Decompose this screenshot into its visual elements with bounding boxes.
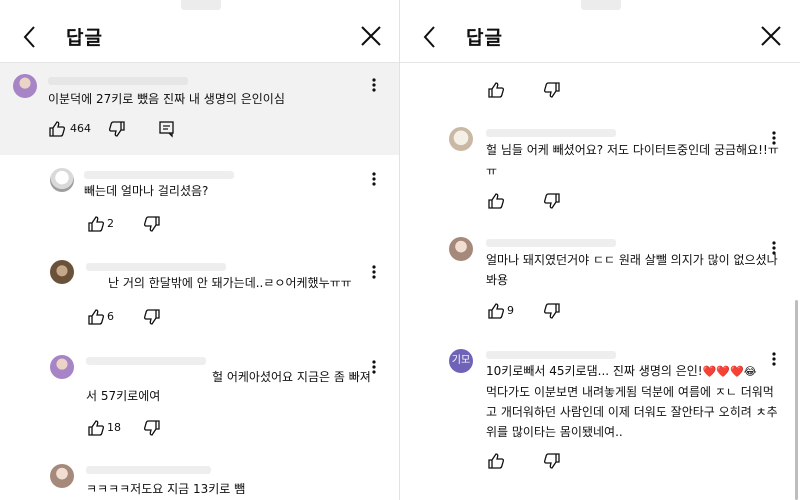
list-item: ㅋㅋㅋㅋ저도요 지금 13키로 뺌 <box>0 458 400 500</box>
username <box>86 263 226 271</box>
reply-icon[interactable] <box>158 120 176 138</box>
comment-text: ㅋㅋㅋㅋ저도요 지금 13키로 뺌 <box>86 482 246 496</box>
more-options-icon[interactable] <box>370 359 378 375</box>
comment-actions: 2 <box>87 215 207 235</box>
username <box>486 239 616 247</box>
comment-text: 난 거의 한달밖에 안 돼가는데..ㄹㅇ어케했누ㅠㅠ <box>108 276 352 290</box>
thumbs-down-icon[interactable] <box>543 302 561 320</box>
avatar[interactable] <box>449 237 473 261</box>
list-item: 기모 10키로빼서 45키로댐... 진짜 생명의 은인!❤️❤️❤️😂 먹다가… <box>400 345 800 500</box>
comment-text-line4: 위를 많이타는 몸이됐네여.. <box>486 425 623 439</box>
username <box>86 357 206 365</box>
left-replies-panel: 답글 이분덕에 27키로 뺐음 진짜 내 생명의 은인이심 464 빼는데 얼마… <box>0 0 400 500</box>
more-options-icon[interactable] <box>370 77 378 93</box>
avatar[interactable] <box>449 127 473 151</box>
back-arrow-icon[interactable] <box>420 24 440 50</box>
username <box>84 171 234 179</box>
comment-text-line2: 서 57키로에여 <box>86 389 161 403</box>
like-count: 9 <box>507 304 514 317</box>
comment-actions <box>487 81 607 101</box>
thumbs-down-icon[interactable] <box>543 452 561 470</box>
list-item: 얼마나 돼지였던거야 ㄷㄷ 원래 살뺄 의지가 많이 없으셨나 봐용 9 <box>400 233 800 328</box>
thumbs-up-icon[interactable] <box>87 419 105 437</box>
right-replies-panel: 답글 헐 님들 어케 빼셨어요? 저도 다이터트중인데 궁금해요!!ㅠ ㅠ 얼마… <box>400 0 800 500</box>
avatar[interactable] <box>13 74 37 98</box>
thumbs-up-icon[interactable] <box>487 452 505 470</box>
comment-text-line1: 10키로빼서 45키로댐... 진짜 생명의 은인!❤️❤️❤️😂 <box>486 364 757 378</box>
comment-text: 빼는데 얼마나 걸리셨음? <box>84 184 209 198</box>
comment-text-line1: 헐 님들 어케 빼셨어요? 저도 다이터트중인데 궁금해요!!ㅠ <box>486 143 779 157</box>
thumbs-up-icon[interactable] <box>487 192 505 210</box>
comment-text-line1: 얼마나 돼지였던거야 ㄷㄷ 원래 살뺄 의지가 많이 없으셨나 <box>486 253 778 267</box>
list-item: 이분덕에 27키로 뺐음 진짜 내 생명의 은인이심 464 <box>0 63 400 155</box>
avatar[interactable] <box>50 355 74 379</box>
panel-header: 답글 <box>400 12 800 62</box>
more-options-icon[interactable] <box>370 264 378 280</box>
like-count: 6 <box>107 310 114 323</box>
comment-actions: 9 <box>487 302 607 322</box>
avatar[interactable] <box>50 260 74 284</box>
thumbs-down-icon[interactable] <box>543 81 561 99</box>
drag-handle[interactable] <box>581 0 621 10</box>
comment-text-line3: 고 개더워하던 사람인데 이제 더워도 잘안타구 오히려 ㅊ추 <box>486 405 778 419</box>
thumbs-up-icon[interactable] <box>87 215 105 233</box>
more-options-icon[interactable] <box>770 240 778 256</box>
thumbs-down-icon[interactable] <box>108 120 126 138</box>
comment-text-line2: 먹다가도 이분보면 내려놓게됨 덕분에 여름에 ㅈㄴ 더워먹 <box>486 385 774 399</box>
header-divider <box>400 62 800 63</box>
comment-actions: 6 <box>87 308 207 328</box>
list-item: 헐 님들 어케 빼셨어요? 저도 다이터트중인데 궁금해요!!ㅠ ㅠ <box>400 120 800 215</box>
like-count: 2 <box>107 217 114 230</box>
list-item: 빼는데 얼마나 걸리셨음? 2 <box>0 160 400 240</box>
scrollbar[interactable] <box>795 300 798 500</box>
comment-actions: 18 <box>87 419 207 439</box>
comment-text-line2: 봐용 <box>486 273 509 287</box>
comment-text-line2: ㅠ <box>486 164 498 178</box>
page-title: 답글 <box>466 27 503 49</box>
emoji-text: ❤️❤️❤️😂 <box>702 365 757 378</box>
thumbs-down-icon[interactable] <box>143 215 161 233</box>
comment-text-line1: 헐 어케아셨어요 지금은 좀 빠져 <box>212 370 371 384</box>
comment-text: 이분덕에 27키로 뺐음 진짜 내 생명의 은인이심 <box>48 92 285 106</box>
list-item: 헐 어케아셨어요 지금은 좀 빠져 서 57키로에여 18 <box>0 347 400 447</box>
avatar[interactable] <box>50 464 74 488</box>
thumbs-up-icon[interactable] <box>87 308 105 326</box>
thumbs-up-icon[interactable] <box>48 120 66 138</box>
thumbs-down-icon[interactable] <box>143 419 161 437</box>
thumbs-up-icon[interactable] <box>487 302 505 320</box>
avatar[interactable] <box>50 168 74 192</box>
back-arrow-icon[interactable] <box>20 24 40 50</box>
username <box>86 466 211 474</box>
thumbs-down-icon[interactable] <box>143 308 161 326</box>
more-options-icon[interactable] <box>370 171 378 187</box>
drag-handle[interactable] <box>181 0 221 10</box>
comment-actions: 464 <box>48 120 248 140</box>
like-count: 18 <box>107 421 121 434</box>
close-icon[interactable] <box>360 25 382 47</box>
thumbs-down-icon[interactable] <box>543 192 561 210</box>
username <box>48 77 188 85</box>
username <box>486 129 616 137</box>
thumbs-up-icon[interactable] <box>487 81 505 99</box>
comment-actions <box>487 452 607 472</box>
like-count: 464 <box>70 122 91 135</box>
more-options-icon[interactable] <box>770 351 778 367</box>
list-item: 난 거의 한달밖에 안 돼가는데..ㄹㅇ어케했누ㅠㅠ 6 <box>0 252 400 337</box>
comment-actions <box>487 192 607 212</box>
close-icon[interactable] <box>760 25 782 47</box>
username <box>486 351 616 359</box>
page-title: 답글 <box>66 27 103 49</box>
panel-header: 답글 <box>0 12 400 62</box>
avatar[interactable]: 기모 <box>449 349 473 373</box>
more-options-icon[interactable] <box>770 130 778 146</box>
